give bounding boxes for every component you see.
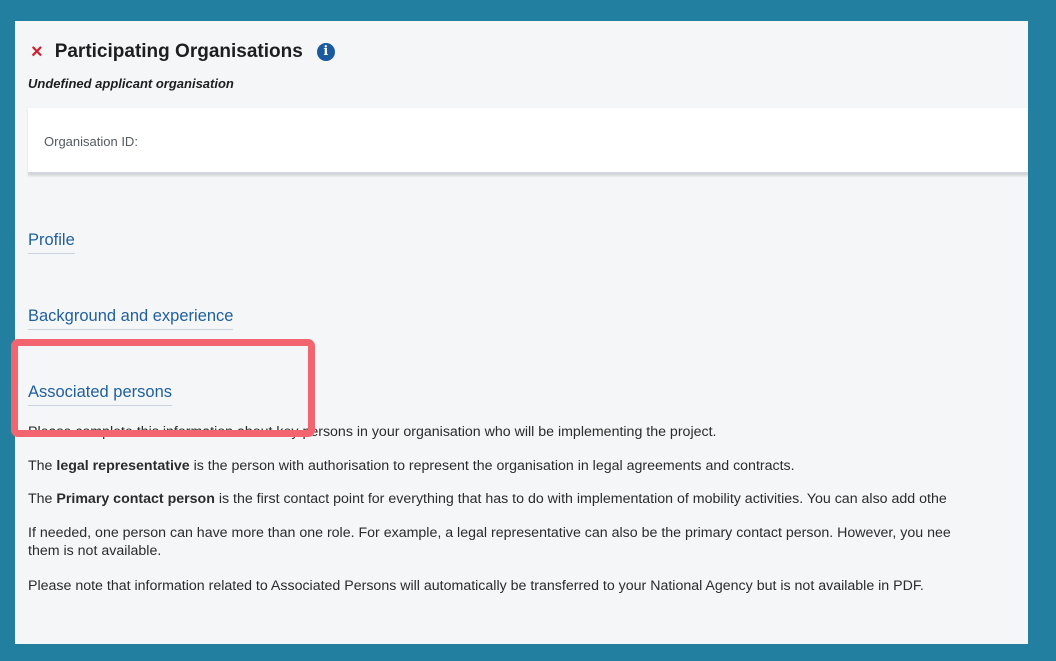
- profile-link[interactable]: Profile: [28, 231, 75, 254]
- multiple-roles-line-2: them is not available.: [28, 543, 162, 559]
- organisation-id-label: Organisation ID:: [44, 134, 138, 149]
- p2-suffix: is the person with authorisation to repr…: [189, 458, 795, 474]
- pdf-note-paragraph: Please note that information related to …: [28, 578, 924, 594]
- multiple-roles-line-1: If needed, one person can have more than…: [28, 525, 951, 541]
- info-icon[interactable]: i: [316, 43, 335, 61]
- multiple-roles-paragraph: If needed, one person can have more than…: [28, 524, 951, 560]
- legal-representative-term: legal representative: [56, 458, 190, 474]
- p3-prefix: The: [28, 491, 57, 507]
- primary-contact-term: Primary contact person: [56, 491, 215, 507]
- highlight-annotation: [11, 339, 315, 437]
- applicant-subtitle: Undefined applicant organisation: [28, 76, 234, 91]
- main-panel: × Participating Organisations i Undefine…: [15, 21, 1028, 644]
- close-icon[interactable]: ×: [31, 42, 43, 62]
- legal-representative-paragraph: The legal representative is the person w…: [28, 457, 795, 475]
- p2-prefix: The: [28, 458, 57, 474]
- primary-contact-paragraph: The Primary contact person is the first …: [28, 490, 947, 508]
- organisation-card: Organisation ID:: [28, 108, 1028, 175]
- p3-suffix: is the first contact point for everythin…: [214, 491, 947, 507]
- section-header: × Participating Organisations i: [31, 41, 335, 63]
- page-title: Participating Organisations: [54, 41, 303, 62]
- background-experience-link[interactable]: Background and experience: [28, 307, 234, 330]
